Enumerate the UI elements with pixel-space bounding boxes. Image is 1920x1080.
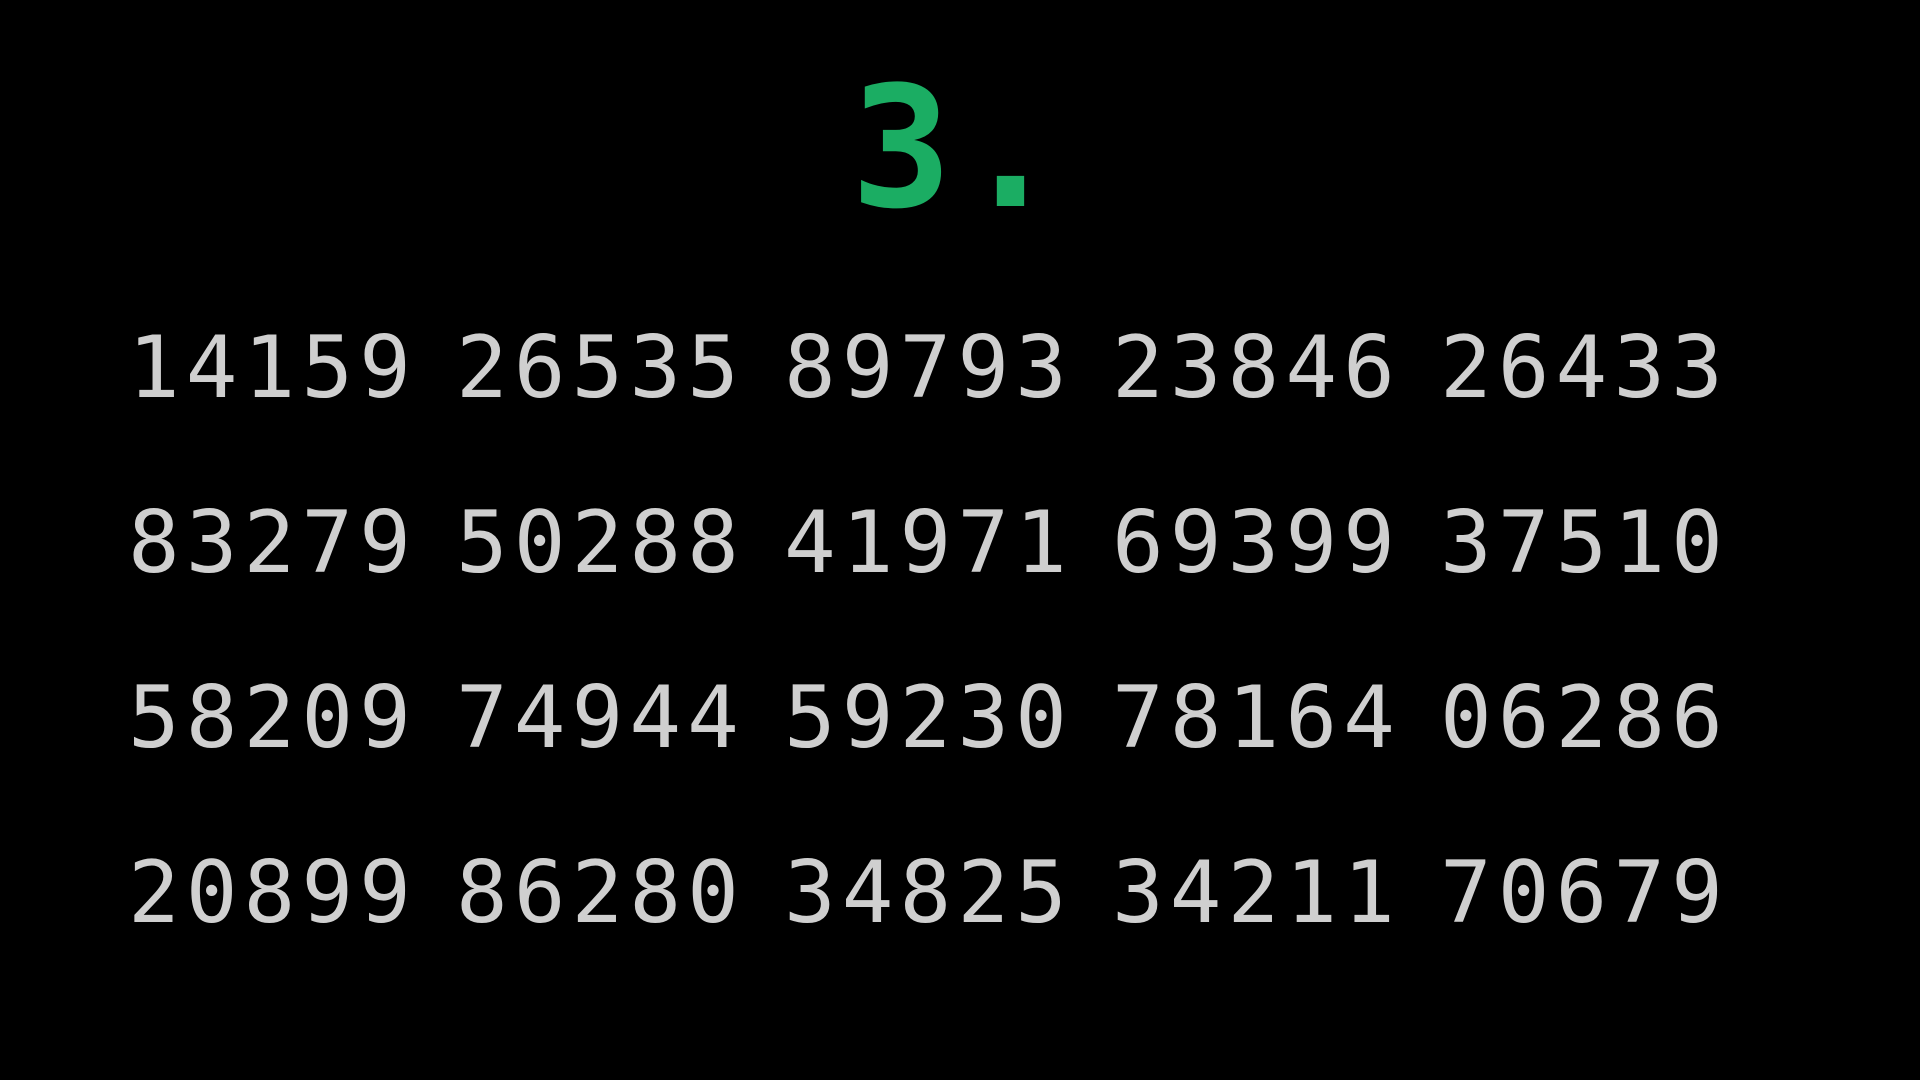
digit-row: 20899 86280 34825 34211 70679 [128, 805, 1768, 980]
pi-integer-part: 3. [850, 50, 1070, 246]
digit-group: 86280 [456, 842, 745, 943]
digit-group: 20899 [128, 842, 417, 943]
digit-group: 50288 [456, 492, 745, 593]
digit-group: 26433 [1440, 317, 1729, 418]
digit-group: 34825 [784, 842, 1073, 943]
digit-row: 83279 50288 41971 69399 37510 [128, 455, 1768, 630]
digit-row: 14159 26535 89793 23846 26433 [128, 280, 1768, 455]
digit-group: 06286 [1440, 667, 1729, 768]
digit-group: 23846 [1112, 317, 1401, 418]
digit-group: 14159 [128, 317, 417, 418]
digit-grid: 14159 26535 89793 23846 26433 83279 5028… [128, 280, 1768, 980]
digit-row: 58209 74944 59230 78164 06286 [128, 630, 1768, 805]
terminal-screen: 3. 14159 26535 89793 23846 26433 83279 5… [0, 0, 1920, 1080]
digit-group: 89793 [784, 317, 1073, 418]
digit-group: 37510 [1440, 492, 1729, 593]
digit-group: 34211 [1112, 842, 1401, 943]
digit-group: 70679 [1440, 842, 1729, 943]
digit-group: 59230 [784, 667, 1073, 768]
digit-group: 74944 [456, 667, 745, 768]
digit-group: 41971 [784, 492, 1073, 593]
digit-group: 78164 [1112, 667, 1401, 768]
digit-group: 83279 [128, 492, 417, 593]
digit-group: 58209 [128, 667, 417, 768]
digit-group: 69399 [1112, 492, 1401, 593]
digit-group: 26535 [456, 317, 745, 418]
